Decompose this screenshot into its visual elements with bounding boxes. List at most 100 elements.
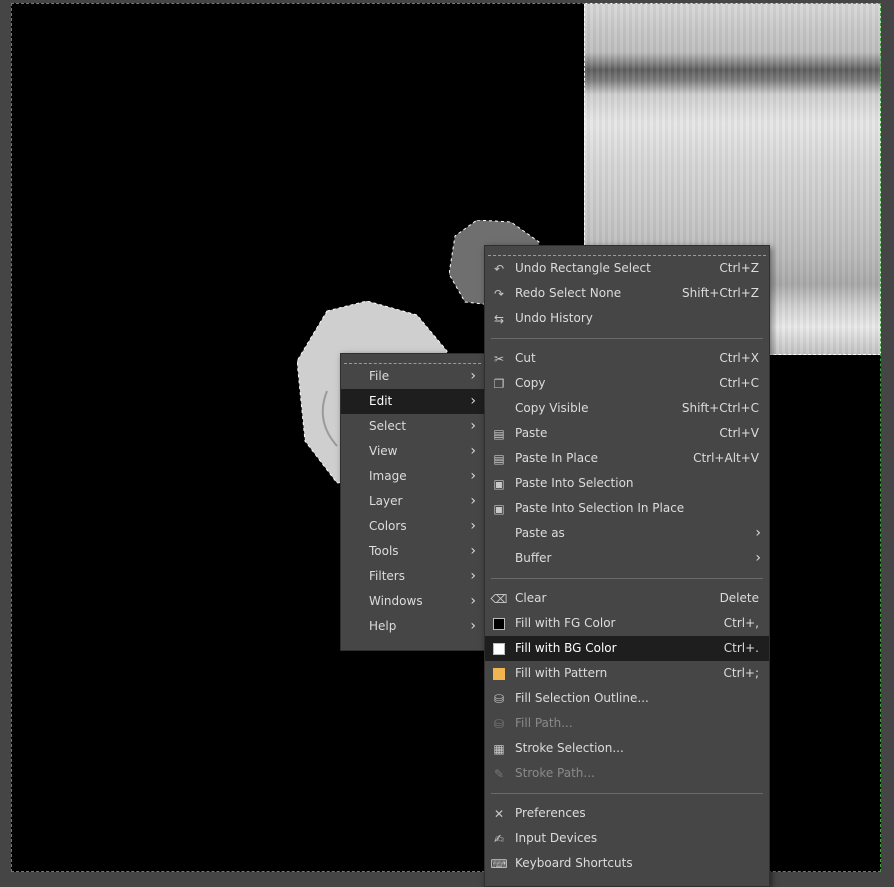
menu-item-label: Copy [515,376,546,390]
menu-item-label: Stroke Selection... [515,741,624,755]
menu-tearoff[interactable] [488,246,766,256]
menu-item-preferences[interactable]: ✕ Preferences [485,801,769,826]
menu-item-accel: Ctrl+, [723,616,759,630]
menu-item-paste-into-selection[interactable]: ▣ Paste Into Selection [485,471,769,496]
context-menu-edit: ↶ Undo Rectangle Select Ctrl+Z ↷ Redo Se… [484,245,770,887]
menu-item-label: Fill with BG Color [515,641,617,655]
chevron-right-icon: › [470,443,476,459]
menu-item-label: Undo Rectangle Select [515,261,651,275]
chevron-right-icon: › [470,593,476,609]
menu-item-label: Paste In Place [515,451,599,465]
menu-item-fill-pattern[interactable]: Fill with Pattern Ctrl+; [485,661,769,686]
paste-icon: ▤ [493,426,505,441]
clear-icon: ⌫ [490,591,508,606]
menu-item-label: Stroke Path... [515,766,595,780]
menu-item-label: View [369,444,398,458]
menu-item-tools[interactable]: Tools › [341,539,484,564]
menu-item-label: Input Devices [515,831,598,845]
stroke-path-icon: ✎ [493,766,505,781]
redo-icon: ↷ [493,286,505,301]
menu-item-fill-path: ⛁ Fill Path... [485,711,769,736]
menu-item-copy[interactable]: ❐ Copy Ctrl+C [485,371,769,396]
menu-item-fill-fg[interactable]: Fill with FG Color Ctrl+, [485,611,769,636]
menu-item-layer[interactable]: Layer › [341,489,484,514]
menu-item-accel: Ctrl+X [719,351,759,365]
menu-item-label: Clear [515,591,547,605]
chevron-right-icon: › [470,518,476,534]
menu-item-label: File [369,369,390,383]
menu-item-label: Colors [369,519,407,533]
menu-item-label: Filters [369,569,405,583]
menu-item-input-devices[interactable]: ✍ Input Devices [485,826,769,851]
menu-item-help[interactable]: Help › [341,614,484,639]
menu-item-label: Keyboard Shortcuts [515,856,633,870]
menu-item-paste-into-selection-in-place[interactable]: ▣ Paste Into Selection In Place [485,496,769,521]
menu-item-copy-visible[interactable]: Copy Visible Shift+Ctrl+C [485,396,769,421]
menu-item-paste[interactable]: ▤ Paste Ctrl+V [485,421,769,446]
fg-color-swatch-icon [491,616,507,632]
menu-item-label: Fill Selection Outline... [515,691,649,705]
menu-item-label: Select [369,419,407,433]
menu-item-redo[interactable]: ↷ Redo Select None Shift+Ctrl+Z [485,281,769,306]
chevron-right-icon: › [470,568,476,584]
menu-item-fill-bg[interactable]: Fill with BG Color Ctrl+. [485,636,769,661]
menu-item-label: Preferences [515,806,586,820]
menu-item-undo[interactable]: ↶ Undo Rectangle Select Ctrl+Z [485,256,769,281]
menu-item-accel: Ctrl+V [719,426,759,440]
menu-item-buffer[interactable]: Buffer › [485,546,769,571]
menu-item-file[interactable]: File › [341,364,484,389]
menu-tearoff[interactable] [344,354,481,364]
menu-item-label: Edit [369,394,393,408]
menu-item-label: Tools [369,544,399,558]
context-menu-main: File › Edit › Select › View › Image › Layer › … [340,353,485,651]
menu-item-label: Windows [369,594,423,608]
chevron-right-icon: › [470,543,476,559]
bucket-fill-icon: ⛁ [493,691,505,706]
menu-item-accel: Ctrl+; [723,666,759,680]
menu-item-label: Undo History [515,311,593,325]
chevron-right-icon: › [755,550,761,566]
menu-item-label: Paste Into Selection [515,476,634,490]
input-devices-icon: ✍ [493,831,505,846]
menu-item-edit[interactable]: Edit › [341,389,484,414]
chevron-right-icon: › [470,468,476,484]
menu-item-label: Fill with FG Color [515,616,616,630]
menu-item-select[interactable]: Select › [341,414,484,439]
chevron-right-icon: › [470,418,476,434]
chevron-right-icon: › [470,393,476,409]
menu-item-label: Buffer [515,551,552,565]
menu-item-image[interactable]: Image › [341,464,484,489]
menu-item-label: Copy Visible [515,401,589,415]
scissors-icon: ✂ [493,351,505,366]
menu-item-view[interactable]: View › [341,439,484,464]
menu-item-accel: Ctrl+Z [719,261,759,275]
menu-item-label: Fill with Pattern [515,666,608,680]
menu-item-stroke-path: ✎ Stroke Path... [485,761,769,786]
menu-item-paste-in-place[interactable]: ▤ Paste In Place Ctrl+Alt+V [485,446,769,471]
menu-item-label: Help [369,619,397,633]
menu-item-stroke-selection[interactable]: ▦ Stroke Selection... [485,736,769,761]
menu-item-label: Paste Into Selection In Place [515,501,685,515]
menu-item-clear[interactable]: ⌫ Clear Delete [485,586,769,611]
paste-icon: ▤ [493,451,505,466]
undo-icon: ↶ [493,261,505,276]
menu-item-paste-as[interactable]: Paste as › [485,521,769,546]
chevron-right-icon: › [470,493,476,509]
bg-color-swatch-icon [491,641,507,657]
menu-item-keyboard-shortcuts[interactable]: ⌨ Keyboard Shortcuts [485,851,769,876]
menu-item-label: Paste [515,426,548,440]
menu-item-fill-selection-outline[interactable]: ⛁ Fill Selection Outline... [485,686,769,711]
menu-item-accel: Ctrl+. [723,641,759,655]
menu-item-label: Paste as [515,526,565,540]
menu-item-accel: Shift+Ctrl+C [681,401,759,415]
menu-item-windows[interactable]: Windows › [341,589,484,614]
chevron-right-icon: › [470,368,476,384]
menu-item-cut[interactable]: ✂ Cut Ctrl+X [485,346,769,371]
menu-item-colors[interactable]: Colors › [341,514,484,539]
preferences-icon: ✕ [493,806,505,821]
menu-item-filters[interactable]: Filters › [341,564,484,589]
menu-separator [491,338,763,339]
menu-item-label: Cut [515,351,536,365]
menu-item-undo-history[interactable]: ⇆ Undo History [485,306,769,331]
stroke-selection-icon: ▦ [493,741,505,756]
